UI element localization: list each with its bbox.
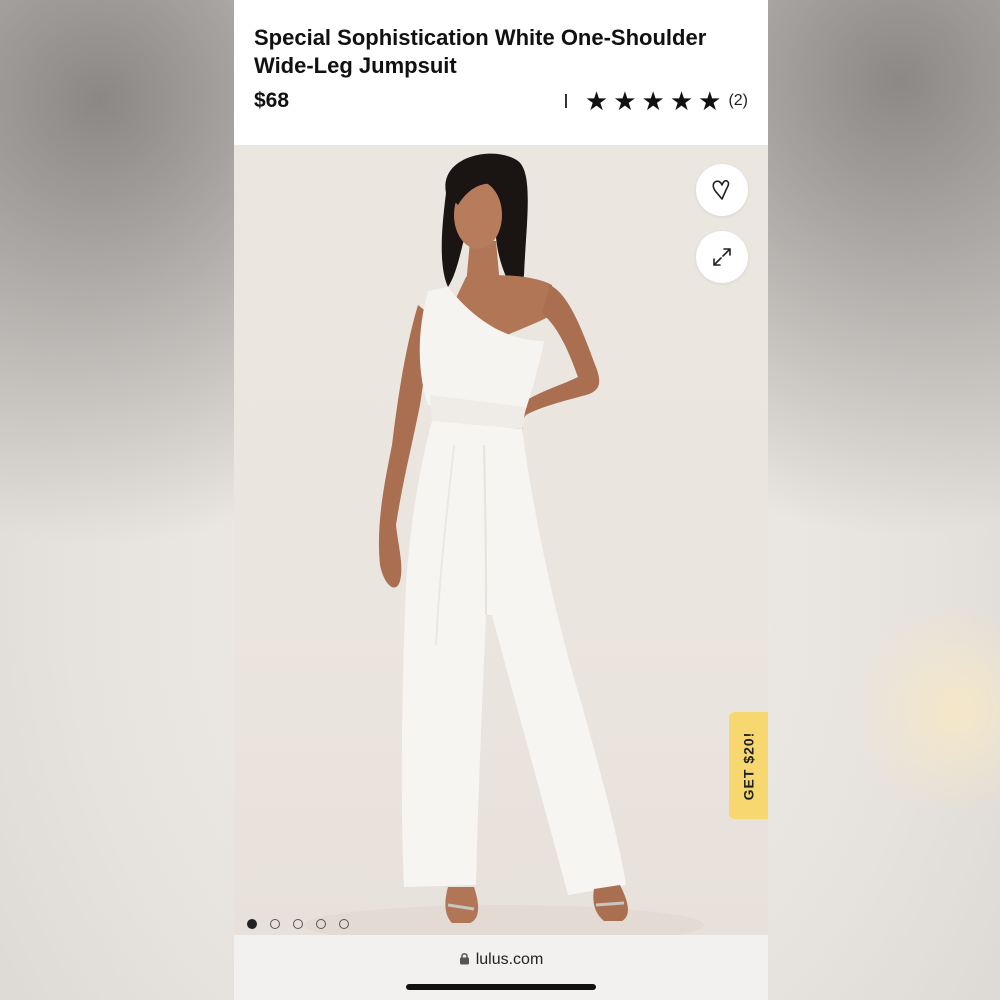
expand-image-button[interactable]	[696, 231, 748, 283]
product-photo	[304, 153, 704, 935]
expand-arrows-icon	[713, 248, 731, 266]
star-icon: ★	[669, 86, 694, 116]
browser-url-bar[interactable]: lulus.com	[234, 935, 768, 1000]
product-image-gallery[interactable]: GET $20!	[234, 145, 768, 935]
product-price: $68	[254, 89, 290, 112]
phone-screen: Special Sophistication White One-Shoulde…	[234, 0, 768, 1000]
star-icon: ★	[613, 86, 637, 116]
url-text: lulus.com	[475, 951, 544, 968]
star-icon: ★	[641, 86, 665, 116]
promo-label: GET $20!	[740, 731, 757, 800]
gallery-dot[interactable]	[339, 919, 349, 929]
gallery-dot[interactable]	[270, 919, 280, 929]
url-display[interactable]: lulus.com	[234, 951, 768, 969]
promo-tab[interactable]: GET $20!	[729, 712, 768, 819]
star-icon: ★	[698, 86, 722, 116]
lock-icon	[459, 953, 469, 965]
home-indicator[interactable]	[406, 984, 596, 990]
star-icon: ★	[584, 86, 609, 116]
heart-icon	[712, 179, 730, 200]
wishlist-button[interactable]	[696, 164, 748, 216]
gallery-dot[interactable]	[316, 919, 326, 929]
product-header: Special Sophistication White One-Shoulde…	[234, 0, 768, 145]
gallery-dot-active[interactable]	[247, 919, 257, 929]
product-title: Special Sophistication White One-Shoulde…	[254, 25, 707, 78]
gallery-dot[interactable]	[293, 919, 303, 929]
gallery-pagination	[247, 919, 362, 929]
product-rating[interactable]: ★ ★ ★ ★ ★ (2)	[564, 86, 748, 116]
review-count[interactable]: (2)	[728, 92, 748, 110]
rating-divider	[564, 94, 567, 108]
